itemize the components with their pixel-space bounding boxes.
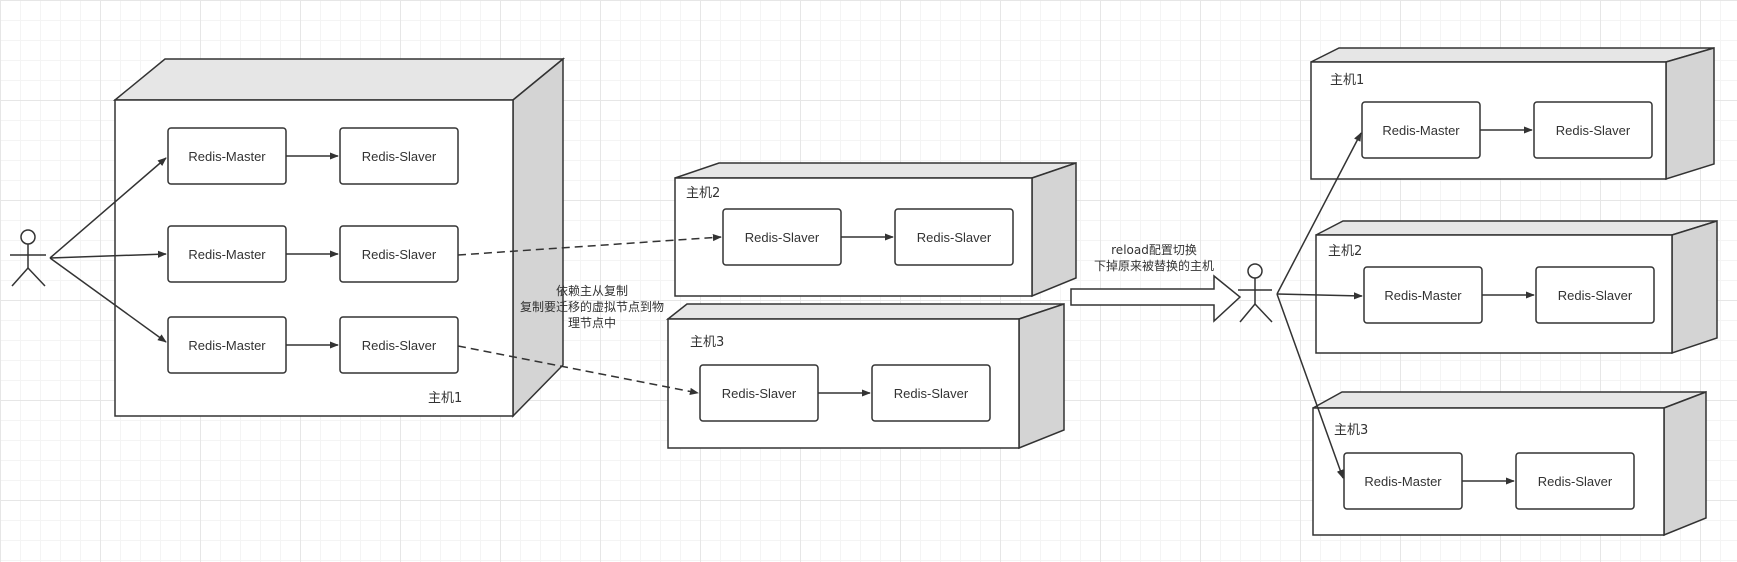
right-host3-slaver-label: Redis-Slaver — [1538, 474, 1613, 489]
right-host2-side-face — [1671, 219, 1718, 355]
migration-note-line-3: 理节点中 — [568, 315, 616, 330]
left-host-top-face — [112, 58, 566, 101]
reload-switch-block-arrow — [1070, 274, 1242, 323]
right-host3-label: 主机3 — [1334, 423, 1368, 438]
right-host2-top-face — [1315, 220, 1718, 236]
left-row3-slaver-label: Redis-Slaver — [362, 338, 437, 353]
right-host1-side-face — [1665, 47, 1715, 181]
right-host3-node[interactable]: 主机3 Redis-Master Redis-Slaver — [1312, 390, 1707, 537]
middle-host2-slaver2-label: Redis-Slaver — [917, 230, 992, 245]
middle-host2-side-face — [1031, 161, 1077, 298]
reload-note-line-2: 下掉原来被替换的主机 — [1094, 258, 1214, 273]
right-host2-slaver-label: Redis-Slaver — [1558, 288, 1633, 303]
right-host1-top-face — [1310, 47, 1715, 63]
right-actor-icon[interactable] — [1238, 263, 1273, 323]
left-row3-master-label: Redis-Master — [188, 338, 266, 353]
right-host2-master-label: Redis-Master — [1384, 288, 1462, 303]
middle-host2-slaver1-label: Redis-Slaver — [745, 230, 820, 245]
right-host1-master-label: Redis-Master — [1382, 123, 1460, 138]
right-host3-top-face — [1312, 391, 1707, 409]
left-actor-icon[interactable] — [10, 229, 46, 287]
left-row2-slaver-label: Redis-Slaver — [362, 247, 437, 262]
left-row2-master-label: Redis-Master — [188, 247, 266, 262]
middle-host3-node[interactable]: 主机3 Redis-Slaver Redis-Slaver — [665, 302, 1065, 450]
diagram-canvas: 主机1 Redis-Master Redis-Slaver Redis-Mast… — [10, 47, 1718, 537]
right-host3-side-face — [1663, 390, 1707, 537]
migration-note-line-1: 依赖主从复制 — [556, 283, 628, 298]
middle-host3-top-face — [665, 303, 1065, 320]
left-host-side-face — [512, 57, 564, 418]
left-row1-slaver-label: Redis-Slaver — [362, 149, 437, 164]
left-row1-master-label: Redis-Master — [188, 149, 266, 164]
right-host2-node[interactable]: 主机2 Redis-Master Redis-Slaver — [1315, 219, 1718, 355]
middle-host3-slaver2-label: Redis-Slaver — [894, 386, 969, 401]
middle-host2-top-face — [674, 162, 1077, 179]
left-host-label: 主机1 — [428, 391, 462, 406]
right-host3-master-label: Redis-Master — [1364, 474, 1442, 489]
migration-note-line-2: 复制要迁移的虚拟节点到物 — [520, 299, 664, 314]
right-host2-label: 主机2 — [1328, 244, 1362, 259]
right-host1-slaver-label: Redis-Slaver — [1556, 123, 1631, 138]
right-host1-node[interactable]: 主机1 Redis-Master Redis-Slaver — [1310, 47, 1715, 181]
middle-host3-side-face — [1018, 302, 1065, 450]
middle-host2-label: 主机2 — [686, 186, 720, 201]
middle-host3-label: 主机3 — [690, 335, 724, 350]
middle-host2-node[interactable]: 主机2 Redis-Slaver Redis-Slaver — [674, 161, 1077, 298]
right-host1-label: 主机1 — [1330, 73, 1364, 88]
middle-host3-slaver1-label: Redis-Slaver — [722, 386, 797, 401]
reload-note: reload配置切换 下掉原来被替换的主机 — [1094, 243, 1214, 273]
reload-note-line-1: reload配置切换 — [1111, 243, 1197, 257]
